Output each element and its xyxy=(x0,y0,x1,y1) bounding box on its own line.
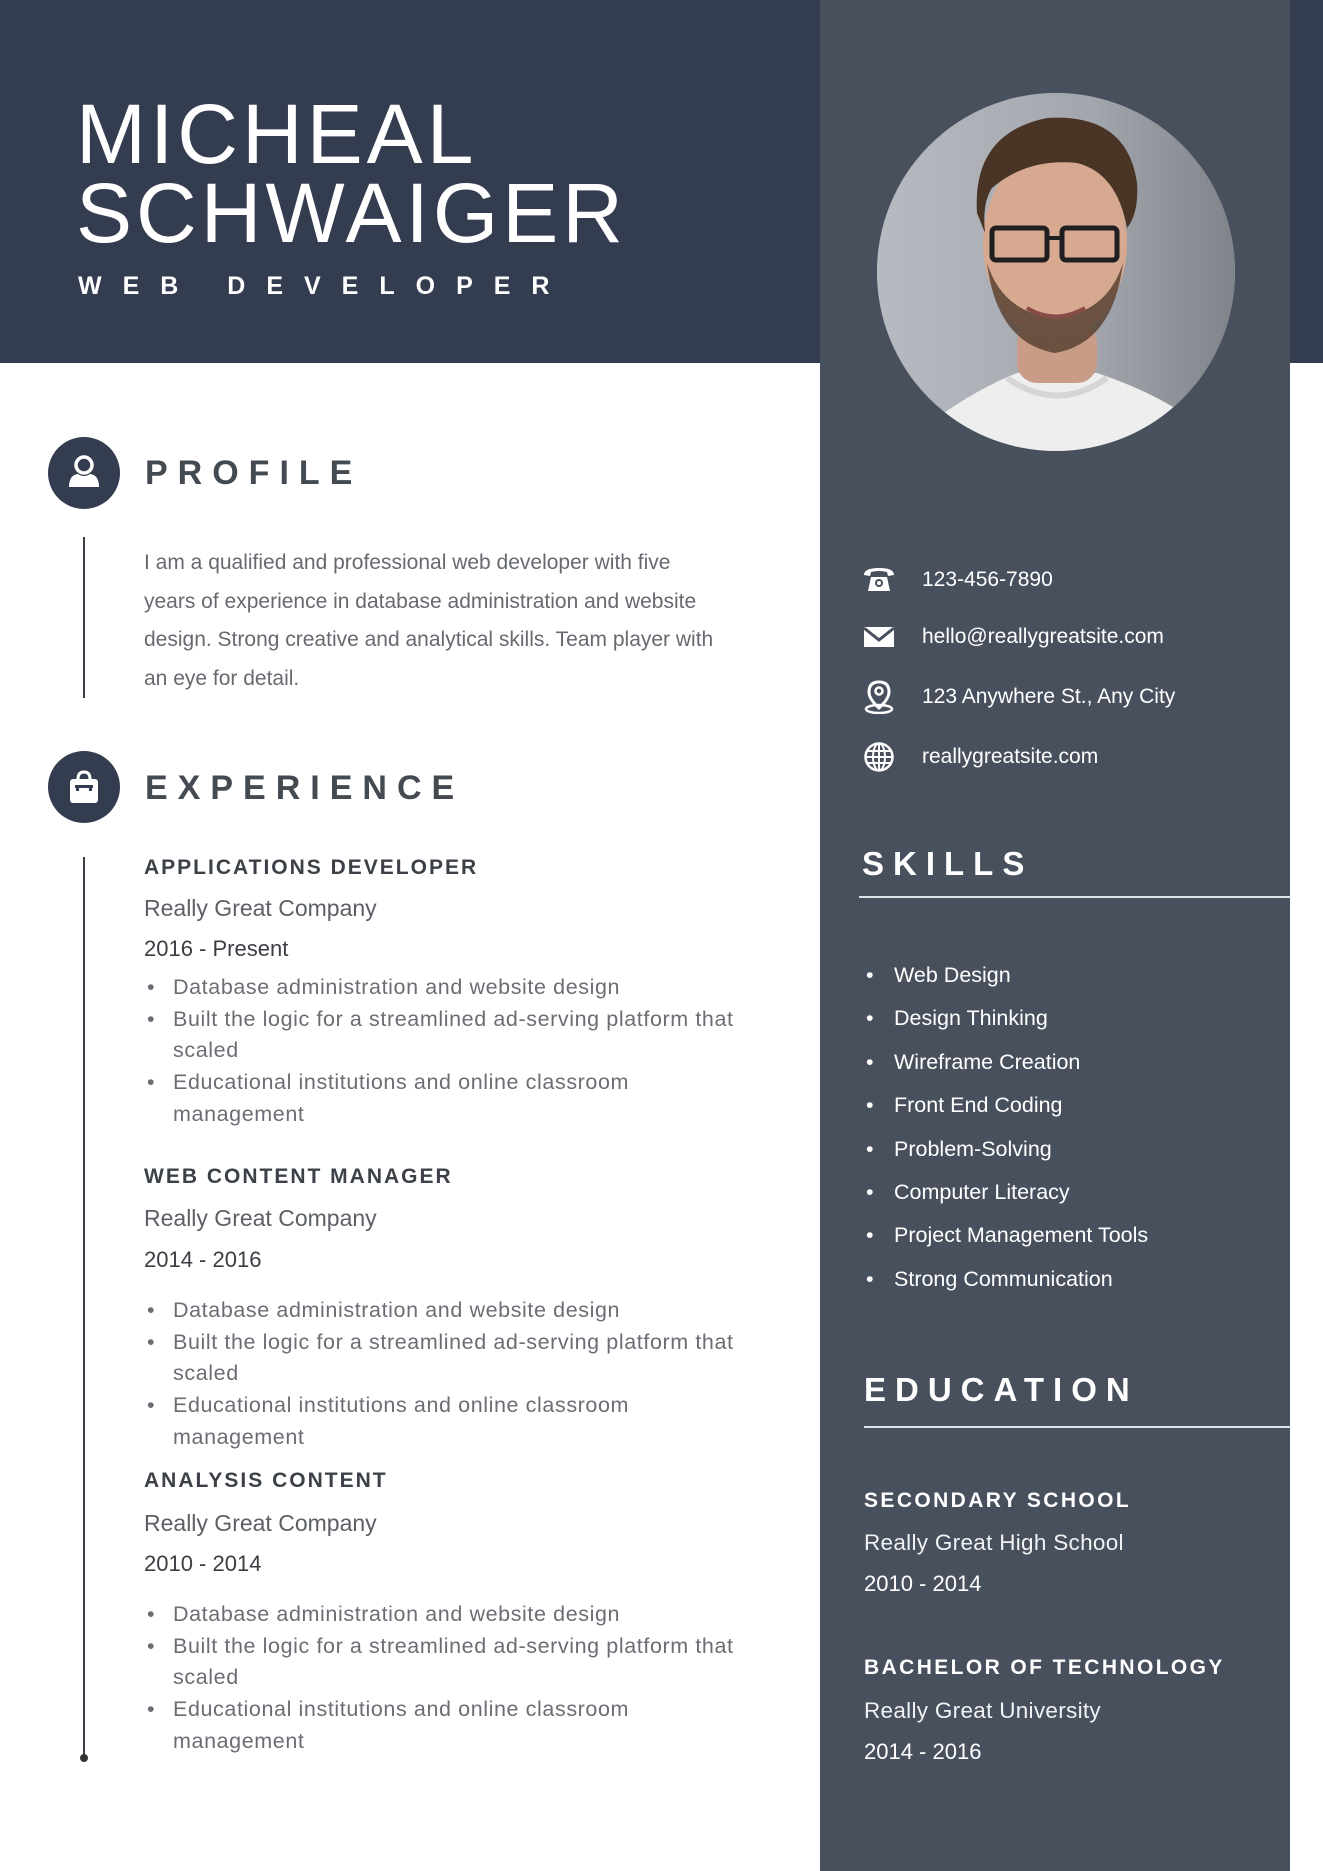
skill-item: Wireframe Creation xyxy=(866,1041,1148,1085)
job-dates: 2010 - 2014 xyxy=(144,1551,262,1576)
job-bullet: Database administration and website desi… xyxy=(144,1295,744,1327)
job-title: APPLICATIONS DEVELOPER xyxy=(144,856,479,879)
user-icon xyxy=(69,455,99,487)
job-bullet: Database administration and website desi… xyxy=(144,972,744,1004)
experience-section-icon xyxy=(48,751,120,823)
job-bullets: Database administration and website desi… xyxy=(144,1599,744,1758)
globe-icon xyxy=(862,740,896,774)
job-bullet: Built the logic for a streamlined ad-ser… xyxy=(144,1004,744,1067)
briefcase-icon xyxy=(70,770,98,803)
location-pin-icon xyxy=(862,680,896,714)
last-name: SCHWAIGER xyxy=(76,166,627,260)
job-bullets: Database administration and website desi… xyxy=(144,972,744,1131)
education-heading: EDUCATION xyxy=(864,1371,1139,1408)
skill-item: Problem-Solving xyxy=(866,1128,1148,1172)
experience-heading: EXPERIENCE xyxy=(145,769,465,807)
skills-heading: SKILLS xyxy=(862,845,1034,882)
job-bullet: Educational institutions and online clas… xyxy=(144,1390,744,1453)
contact-email[interactable]: hello@reallygreatsite.com xyxy=(922,626,1164,647)
education-years: 2014 - 2016 xyxy=(864,1739,982,1764)
skills-list: Web Design Design Thinking Wireframe Cre… xyxy=(866,954,1148,1302)
profile-heading: PROFILE xyxy=(145,454,363,492)
job-title: WEB CONTENT MANAGER xyxy=(144,1165,453,1188)
job-company: Really Great Company xyxy=(144,1510,377,1536)
portrait-illustration xyxy=(877,93,1235,451)
job-bullet: Built the logic for a streamlined ad-ser… xyxy=(144,1631,744,1694)
education-divider xyxy=(864,1426,1291,1428)
skill-item: Web Design xyxy=(866,954,1148,998)
job-bullet: Built the logic for a streamlined ad-ser… xyxy=(144,1327,744,1390)
experience-timeline-line xyxy=(83,857,85,1757)
job-dates: 2014 - 2016 xyxy=(144,1247,262,1272)
phone-icon xyxy=(862,563,896,597)
contact-website[interactable]: reallygreatsite.com xyxy=(922,746,1098,767)
skills-divider xyxy=(859,896,1291,898)
profile-timeline-line xyxy=(83,537,85,698)
education-school: Really Great University xyxy=(864,1698,1101,1723)
job-bullets: Database administration and website desi… xyxy=(144,1295,744,1454)
contact-address: 123 Anywhere St., Any City xyxy=(922,685,1176,708)
job-bullet: Educational institutions and online clas… xyxy=(144,1067,744,1130)
first-name: MICHEAL xyxy=(76,87,478,181)
job-company: Really Great Company xyxy=(144,1205,377,1231)
education-degree: SECONDARY SCHOOL xyxy=(864,1489,1132,1512)
profile-summary: I am a qualified and professional web de… xyxy=(144,551,714,690)
job-title: ANALYSIS CONTENT xyxy=(144,1469,388,1492)
skill-item: Strong Communication xyxy=(866,1258,1148,1302)
job-company: Really Great Company xyxy=(144,895,377,921)
profile-photo xyxy=(877,93,1235,451)
job-bullet: Educational institutions and online clas… xyxy=(144,1694,744,1757)
education-years: 2010 - 2014 xyxy=(864,1571,982,1596)
contact-phone[interactable]: 123-456-7890 xyxy=(922,569,1053,590)
job-bullet: Database administration and website desi… xyxy=(144,1599,744,1631)
profile-section-icon xyxy=(48,437,120,509)
skill-item: Design Thinking xyxy=(866,997,1148,1041)
skill-item: Front End Coding xyxy=(866,1084,1148,1128)
timeline-end-dot xyxy=(80,1754,88,1762)
mail-icon xyxy=(862,620,896,654)
education-school: Really Great High School xyxy=(864,1530,1124,1555)
education-degree: BACHELOR OF TECHNOLOGY xyxy=(864,1656,1225,1679)
skill-item: Project Management Tools xyxy=(866,1214,1148,1258)
skill-item: Computer Literacy xyxy=(866,1171,1148,1215)
job-title-subtitle: WEB DEVELOPER xyxy=(78,272,571,300)
job-dates: 2016 - Present xyxy=(144,936,289,961)
